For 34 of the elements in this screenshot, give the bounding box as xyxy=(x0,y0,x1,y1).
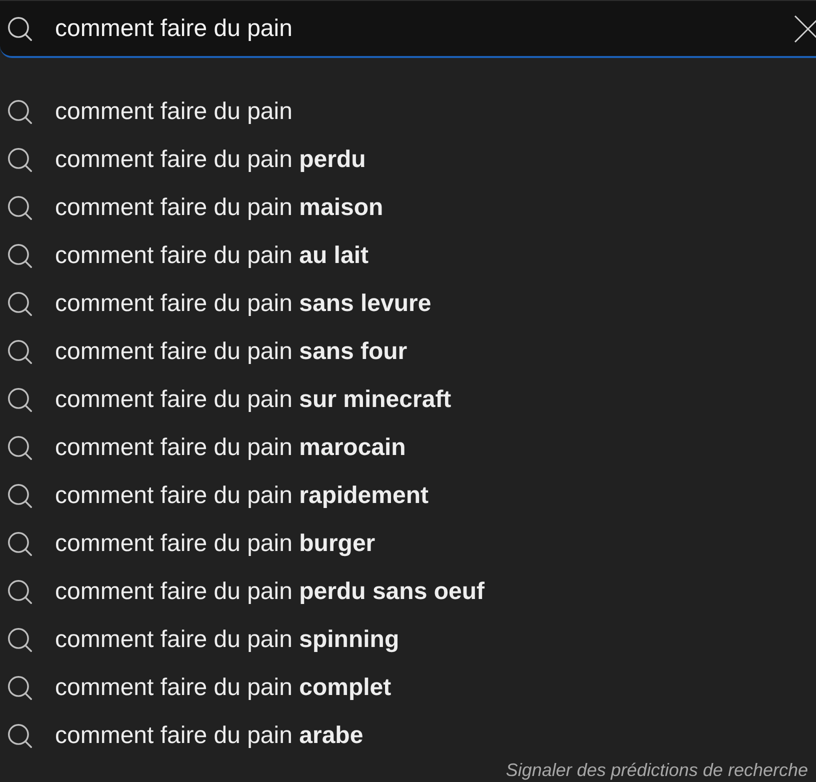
suggestion-item[interactable]: comment faire du pain marocain xyxy=(0,424,816,472)
search-bar[interactable]: comment faire du pain xyxy=(0,0,816,58)
search-icon xyxy=(8,148,32,172)
search-icon xyxy=(8,244,32,268)
suggestion-item[interactable]: comment faire du pain xyxy=(0,88,816,136)
search-icon xyxy=(8,532,32,556)
search-icon xyxy=(8,16,32,40)
search-icon xyxy=(8,436,32,460)
search-icon xyxy=(8,292,32,316)
search-field[interactable]: comment faire du pain xyxy=(55,12,794,44)
search-icon xyxy=(8,724,32,748)
suggestion-item[interactable]: comment faire du pain sur minecraft xyxy=(0,376,816,424)
suggestion-item[interactable]: comment faire du pain perdu sans oeuf xyxy=(0,568,816,616)
suggestion-item[interactable]: comment faire du pain arabe xyxy=(0,712,816,760)
suggestion-item[interactable]: comment faire du pain sans four xyxy=(0,328,816,376)
suggestion-item[interactable]: comment faire du pain complet xyxy=(0,664,816,712)
search-icon xyxy=(8,628,32,652)
search-icon xyxy=(8,100,32,124)
suggestion-item[interactable]: comment faire du pain spinning xyxy=(0,616,816,664)
suggestion-item[interactable]: comment faire du pain perdu xyxy=(0,136,816,184)
search-icon xyxy=(8,340,32,364)
search-icon xyxy=(8,580,32,604)
suggestion-item[interactable]: comment faire du pain rapidement xyxy=(0,472,816,520)
search-icon xyxy=(8,676,32,700)
search-icon xyxy=(8,388,32,412)
suggestion-item[interactable]: comment faire du pain maison xyxy=(0,184,816,232)
suggestion-item[interactable]: comment faire du pain sans levure xyxy=(0,280,816,328)
close-icon xyxy=(794,14,816,42)
report-predictions-link[interactable]: Signaler des prédictions de recherche xyxy=(506,760,808,780)
suggestion-item[interactable]: comment faire du pain burger xyxy=(0,520,816,568)
search-icon xyxy=(8,484,32,508)
close-button[interactable] xyxy=(794,14,816,42)
search-icon xyxy=(8,196,32,220)
suggestion-item[interactable]: comment faire du pain au lait xyxy=(0,232,816,280)
